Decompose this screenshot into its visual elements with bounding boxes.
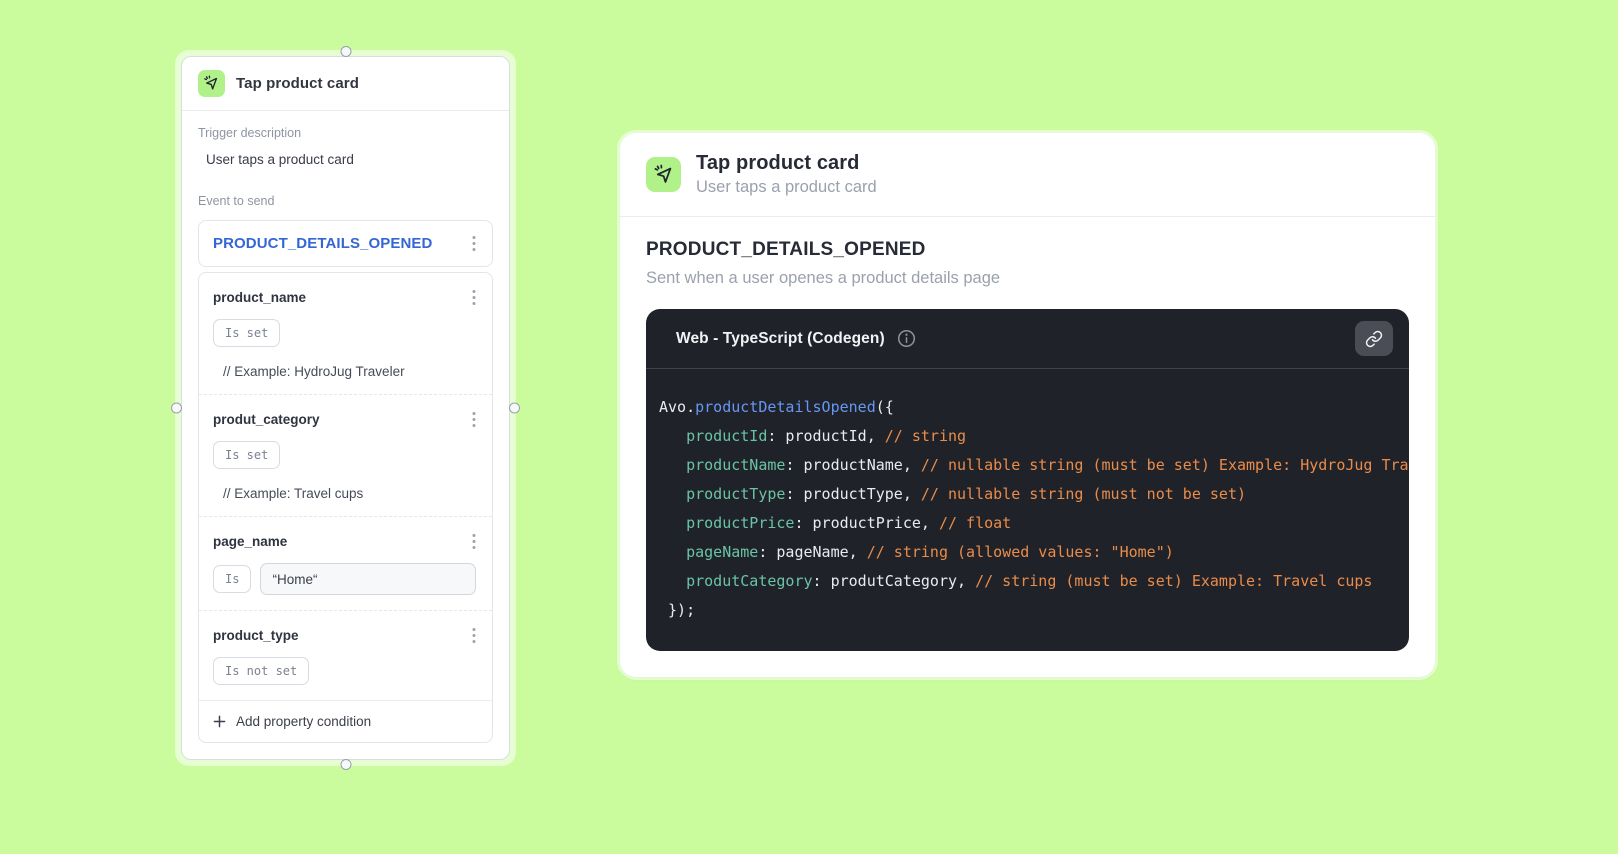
code-line: }); <box>659 601 696 619</box>
event-detail-card: Tap product card User taps a product car… <box>620 133 1435 677</box>
property-condition-product-name: product_name Is set // Example: HydroJug… <box>199 273 492 394</box>
event-to-send-label: Event to send <box>198 194 275 208</box>
property-name: page_name <box>213 534 288 549</box>
trigger-description-text: User taps a product card <box>206 152 354 167</box>
plus-icon <box>213 715 226 728</box>
detail-title: Tap product card <box>696 152 860 174</box>
condition-chip[interactable]: Is <box>213 565 252 593</box>
condition-chip[interactable]: Is not set <box>213 657 310 685</box>
copy-link-button[interactable] <box>1355 321 1393 356</box>
condition-chip[interactable]: Is set <box>213 441 281 469</box>
flow-canvas[interactable]: Tap product card Trigger description Use… <box>0 0 1618 854</box>
property-menu-button[interactable] <box>464 531 484 552</box>
property-menu-button[interactable] <box>464 625 484 646</box>
code-line: pageName: pageName, // string (allowed v… <box>686 543 1174 561</box>
property-condition-produt-category: produt_category Is set // Example: Trave… <box>199 394 492 516</box>
node-title: Tap product card <box>236 75 359 92</box>
property-name: product_type <box>213 628 299 643</box>
info-icon[interactable] <box>897 329 916 348</box>
add-property-condition-label: Add property condition <box>236 714 372 729</box>
code-line: Avo.productDetailsOpened({ <box>659 398 894 416</box>
code-line: productName: productName, // nullable st… <box>686 456 1409 474</box>
event-heading: PRODUCT_DETAILS_OPENED <box>646 239 926 260</box>
code-panel-header: Web - TypeScript (Codegen) <box>646 309 1409 369</box>
node-header: Tap product card <box>182 57 509 111</box>
property-example: // Example: HydroJug Traveler <box>223 364 405 379</box>
condition-chip[interactable]: Is set <box>213 319 281 347</box>
node-body: Trigger description User taps a product … <box>182 111 509 759</box>
code-line: productId: productId, // string <box>686 427 967 445</box>
condition-value-input[interactable] <box>260 563 476 595</box>
detail-header: Tap product card User taps a product car… <box>620 133 1435 217</box>
code-line: productType: productType, // nullable st… <box>686 485 1247 503</box>
property-conditions-box: product_name Is set // Example: HydroJug… <box>198 272 493 743</box>
trigger-node-card: Tap product card Trigger description Use… <box>181 56 510 760</box>
event-name-link[interactable]: PRODUCT_DETAILS_OPENED <box>213 235 432 252</box>
property-example: // Example: Travel cups <box>223 486 364 501</box>
property-name: product_name <box>213 290 307 305</box>
code-language-label: Web - TypeScript (Codegen) <box>676 329 885 347</box>
trigger-node[interactable]: Tap product card Trigger description Use… <box>171 46 520 770</box>
event-menu-button[interactable] <box>464 233 484 254</box>
code-line: productPrice: productPrice, // float <box>686 514 1012 532</box>
property-condition-product-type: product_type Is not set <box>199 610 492 700</box>
code-lines: Avo.productDetailsOpened({ productId: pr… <box>646 369 1409 651</box>
node-handle-bottom[interactable] <box>340 759 351 770</box>
event-row[interactable]: PRODUCT_DETAILS_OPENED <box>198 220 493 267</box>
detail-content: PRODUCT_DETAILS_OPENED Sent when a user … <box>620 217 1435 677</box>
event-description: Sent when a user openes a product detail… <box>646 269 1001 287</box>
property-condition-page-name: page_name Is <box>199 516 492 610</box>
tap-cursor-icon <box>646 157 681 192</box>
trigger-description-label: Trigger description <box>198 126 302 140</box>
node-handle-left[interactable] <box>171 402 182 414</box>
tap-cursor-icon <box>198 70 225 97</box>
add-property-condition-button[interactable]: Add property condition <box>199 700 492 742</box>
detail-subtitle: User taps a product card <box>696 178 877 196</box>
code-panel: Web - TypeScript (Codegen) Avo.productDe… <box>646 309 1409 651</box>
code-line: produtCategory: produtCategory, // strin… <box>686 572 1373 590</box>
node-handle-top[interactable] <box>340 46 351 57</box>
property-menu-button[interactable] <box>464 287 484 308</box>
node-handle-right[interactable] <box>509 402 520 414</box>
property-name: produt_category <box>213 412 320 427</box>
property-menu-button[interactable] <box>464 409 484 430</box>
